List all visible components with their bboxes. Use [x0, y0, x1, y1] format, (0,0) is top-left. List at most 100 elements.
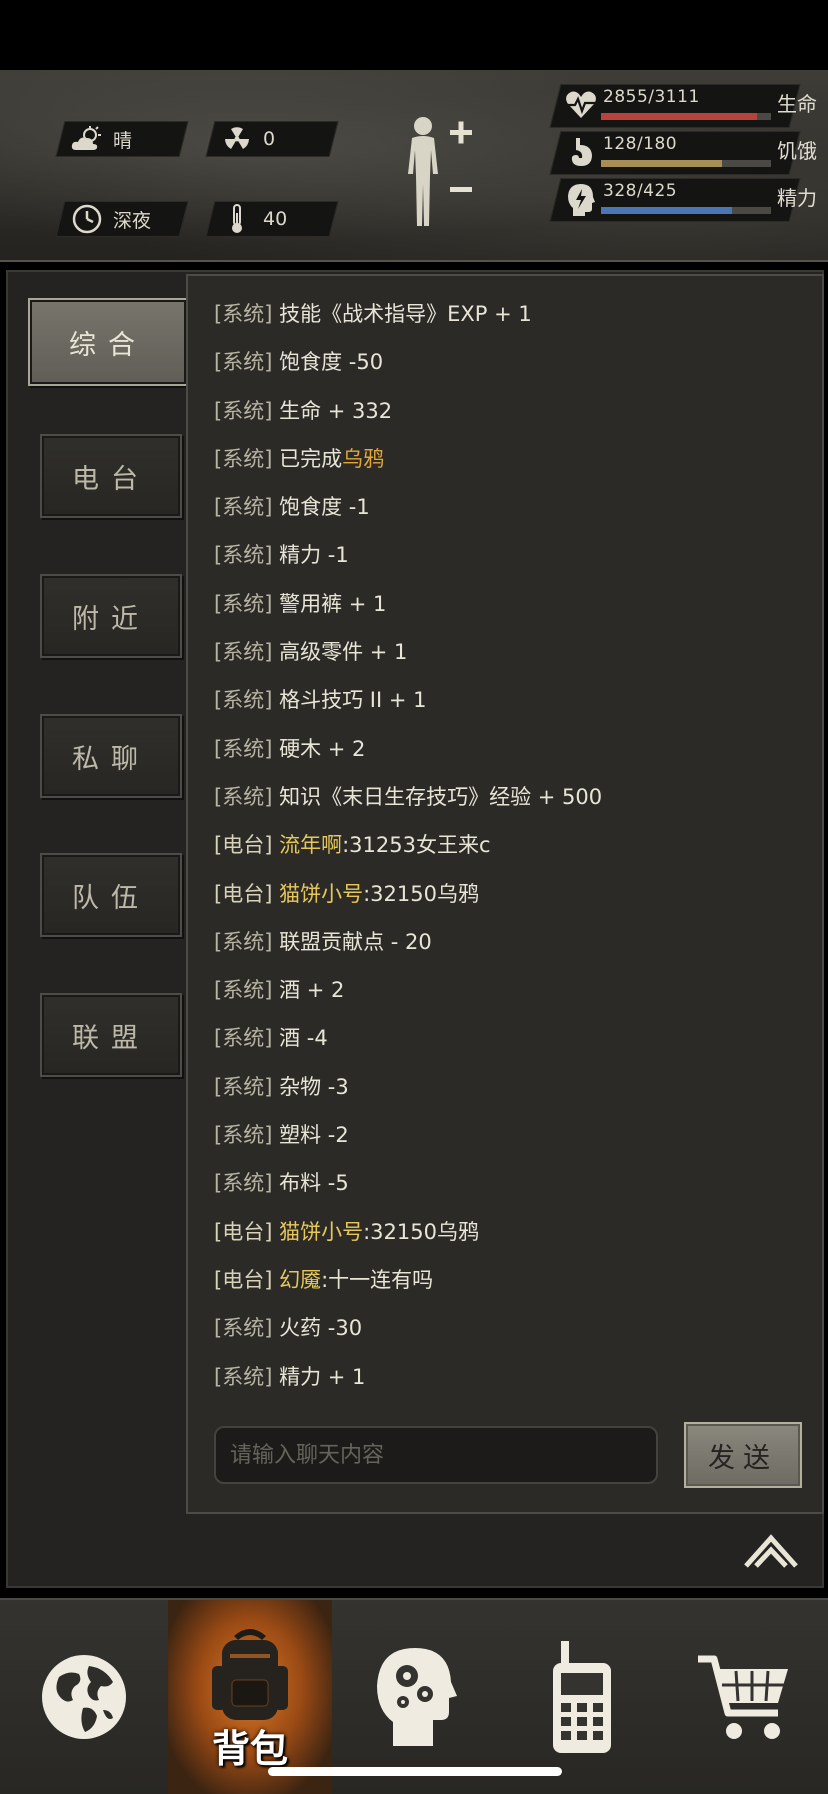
nav-backpack-label: 背包 [211, 1727, 288, 1771]
health-bar [601, 113, 771, 120]
message-text: 联盟贡献点 - 20 [279, 929, 432, 954]
message-channel-tag: [系统] [214, 302, 273, 326]
message-channel-tag: [系统] [214, 1364, 273, 1389]
message-text: 高级零件 + 1 [279, 640, 408, 665]
vital-hunger: 128/180 饥饿 [549, 131, 817, 175]
message-text: 杂物 -3 [279, 1074, 349, 1099]
chat-message: [系统] 精力 + 1 [214, 1353, 794, 1401]
message-channel-tag: [系统] [214, 1074, 273, 1099]
chat-message: [系统] 火药 -30 [214, 1304, 794, 1352]
shopping-cart-icon [698, 1655, 788, 1739]
message-sender-name[interactable]: 猫饼小号 [279, 882, 363, 906]
chat-message: [系统] 警用裤 + 1 [214, 580, 794, 628]
message-channel-tag: [电台] [214, 1267, 273, 1292]
message-channel-tag: [电台] [214, 833, 273, 858]
message-text: 硬木 + 2 [279, 736, 366, 761]
stomach-icon [571, 138, 592, 166]
nav-shop[interactable] [662, 1600, 826, 1794]
message-text: 酒 -4 [279, 1026, 328, 1051]
time-of-day-text: 深夜 [113, 209, 152, 232]
message-channel-tag: [系统] [214, 1316, 273, 1341]
bottom-nav: 背包 [0, 1598, 828, 1794]
hunger-value: 128/180 [603, 134, 678, 154]
health-value: 2855/3111 [603, 87, 700, 107]
chat-message: [系统] 知识《末日生存技巧》经验 + 500 [214, 773, 794, 821]
energy-bar [601, 207, 771, 214]
health-bar-fill [601, 113, 758, 120]
message-text: 格斗技巧 II + 1 [279, 688, 427, 713]
message-text: 已完成 [279, 446, 343, 471]
vital-energy: 328/425 精力 [549, 178, 817, 222]
message-text: 生命 + 332 [279, 398, 393, 423]
message-channel-tag: [系统] [214, 929, 273, 954]
chat-message: [系统] 饱食度 -1 [214, 483, 794, 531]
chat-message: [电台] 幻魇:十一连有吗 [214, 1256, 794, 1304]
chat-message: [系统] 酒 -4 [214, 1014, 794, 1062]
radiation-stat: 0 [205, 121, 339, 157]
energy-label: 精力 [777, 186, 817, 210]
energy-bar-fill [601, 207, 733, 214]
sun-cloud-icon [71, 123, 103, 155]
thermometer-icon [221, 203, 253, 235]
message-text: :十一连有吗 [321, 1267, 434, 1292]
chat-message: [系统] 已完成乌鸦 [214, 435, 794, 483]
message-channel-tag: [系统] [214, 978, 273, 1003]
tab-general[interactable]: 综合 [28, 298, 188, 386]
time-stat: 深夜 [55, 201, 189, 237]
tab-nearby[interactable]: 附近 [40, 574, 182, 658]
tab-alliance[interactable]: 联盟 [40, 993, 182, 1077]
body-figure-icon [408, 117, 472, 226]
vital-health: 2855/3111 生命 [549, 84, 817, 128]
chat-input[interactable] [214, 1426, 658, 1484]
message-channel-tag: [系统] [214, 640, 273, 665]
health-label: 生命 [777, 92, 817, 116]
radiation-icon [221, 123, 253, 155]
chat-message-list[interactable]: [系统] 技能《战术指导》EXP + 1 [系统] 饱食度 -50 [系统] 生命 … [214, 290, 794, 1406]
message-text: 塑料 -2 [279, 1123, 349, 1148]
message-text: 饱食度 -1 [279, 495, 370, 520]
collapse-button[interactable] [742, 1528, 800, 1570]
head-gears-icon [377, 1648, 457, 1746]
chat-message: [电台] 猫饼小号:32150乌鸦 [214, 870, 794, 918]
energy-value: 328/425 [603, 181, 678, 201]
status-header: 晴 0 深夜 40 2855/3111 生命 128/180 饥饿 328/42… [0, 70, 828, 262]
message-channel-tag: [系统] [214, 495, 273, 520]
message-sender-name[interactable]: 流年啊 [279, 833, 342, 857]
chat-message: [系统] 精力 -1 [214, 531, 794, 579]
chat-message: [系统] 硬木 + 2 [214, 725, 794, 773]
message-channel-tag: [系统] [214, 1123, 273, 1148]
message-channel-tag: [系统] [214, 591, 273, 616]
heart-pulse-icon [566, 91, 596, 118]
tab-radio[interactable]: 电台 [40, 434, 182, 518]
message-text: 警用裤 + 1 [279, 591, 387, 616]
message-text: :31253女王来c [342, 833, 491, 858]
send-button[interactable]: 发送 [684, 1422, 802, 1488]
nav-backpack[interactable]: 背包 [168, 1600, 332, 1794]
message-channel-tag: [系统] [214, 784, 273, 809]
hunger-bar-fill [601, 160, 722, 167]
chat-message: [系统] 生命 + 332 [214, 387, 794, 435]
tab-private[interactable]: 私聊 [40, 714, 182, 798]
message-channel-tag: [系统] [214, 446, 273, 471]
message-sender-name[interactable]: 猫饼小号 [279, 1220, 363, 1244]
message-sender-name[interactable]: 幻魇 [279, 1268, 321, 1292]
message-channel-tag: [系统] [214, 543, 273, 568]
message-channel-tag: [系统] [214, 350, 273, 375]
chat-message: [系统] 技能《战术指导》EXP + 1 [214, 290, 794, 338]
message-channel-tag: [系统] [214, 736, 273, 761]
temperature-stat: 40 [205, 201, 339, 237]
chat-message: [电台] 猫饼小号:32150乌鸦 [214, 1208, 794, 1256]
body-status-button[interactable] [398, 114, 478, 232]
nav-radio[interactable] [500, 1600, 664, 1794]
message-channel-tag: [系统] [214, 688, 273, 713]
tab-team[interactable]: 队伍 [40, 853, 182, 937]
nav-skills[interactable] [334, 1600, 498, 1794]
chat-message: [电台] 流年啊:31253女王来c [214, 821, 794, 869]
temperature-value: 40 [263, 208, 288, 230]
radiation-value: 0 [263, 128, 276, 150]
message-highlight: 乌鸦 [342, 446, 385, 471]
weather-text: 晴 [113, 129, 133, 152]
chat-message: [系统] 杂物 -3 [214, 1063, 794, 1111]
message-text: 布料 -5 [279, 1171, 349, 1196]
nav-map[interactable] [2, 1600, 166, 1794]
